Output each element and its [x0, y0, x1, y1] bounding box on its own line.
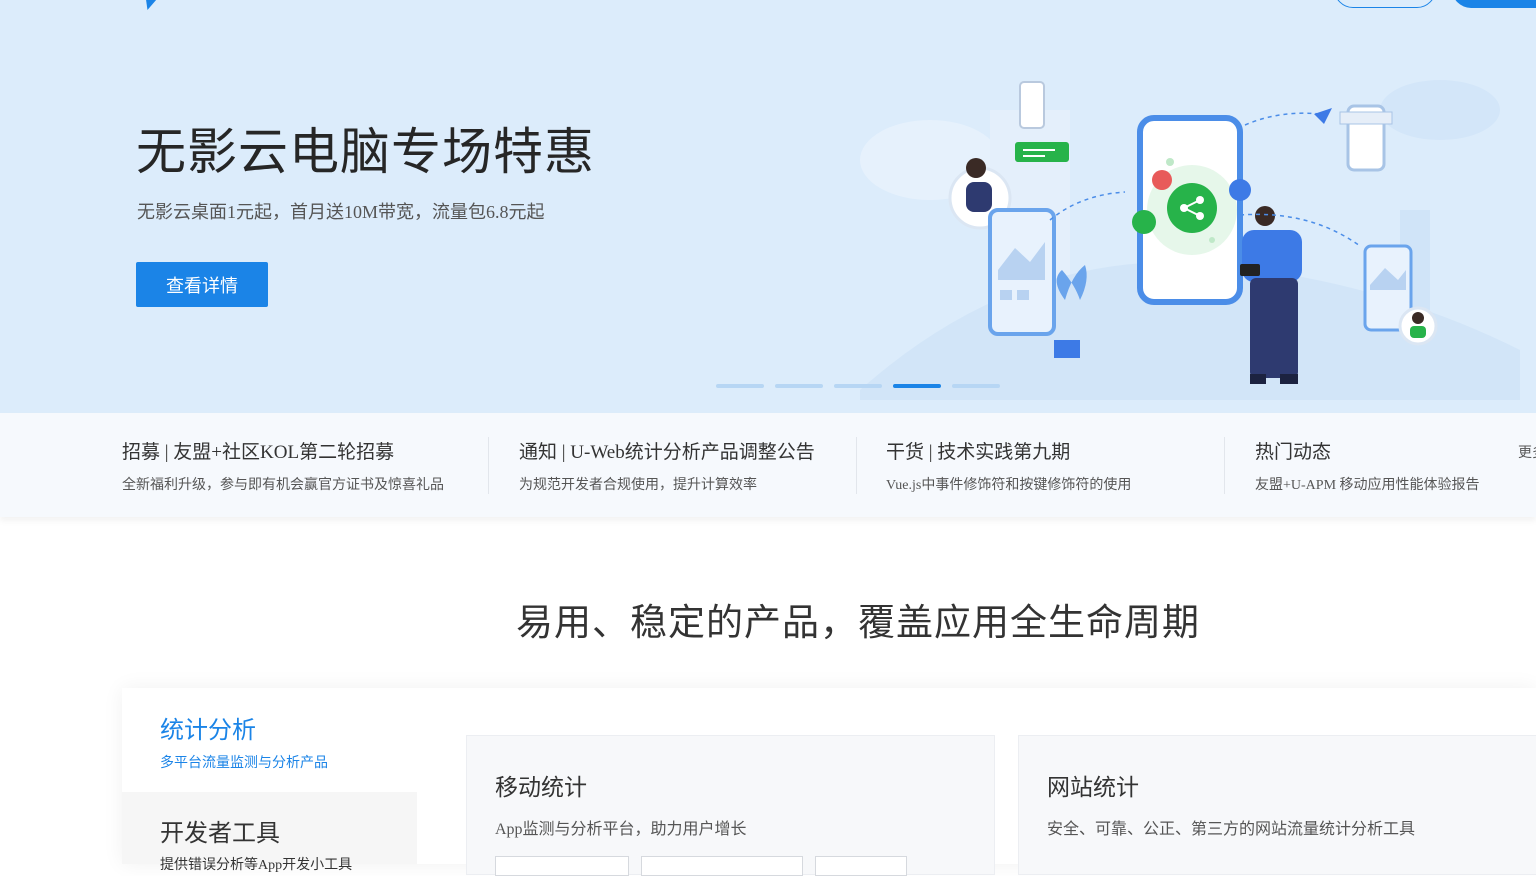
- carousel-dot-active[interactable]: [893, 384, 941, 388]
- divider: [1224, 437, 1225, 494]
- notice-bar: 招募 | 友盟+社区KOL第二轮招募 全新福利升级，参与即有机会赢官方证书及惊喜…: [0, 413, 1536, 517]
- category-desc: 多平台流量监测与分析产品: [160, 756, 328, 771]
- carousel-dot[interactable]: [775, 384, 823, 388]
- carousel-dot[interactable]: [952, 384, 1000, 388]
- divider: [856, 437, 857, 494]
- product-card-web-analytics[interactable]: [1018, 735, 1536, 875]
- carousel-indicators: [716, 384, 1000, 388]
- notice-title[interactable]: 招募 | 友盟+社区KOL第二轮招募: [122, 437, 394, 464]
- product-tag[interactable]: [815, 856, 907, 876]
- hero-illustration: [860, 80, 1520, 400]
- product-tag[interactable]: [495, 856, 629, 876]
- carousel-dot[interactable]: [716, 384, 764, 388]
- notice-desc: 为规范开发者合规使用，提升计算效率: [519, 478, 757, 493]
- logo[interactable]: [140, 0, 160, 10]
- more-link[interactable]: 更多: [1518, 442, 1536, 462]
- product-card-mobile-analytics[interactable]: [466, 735, 995, 875]
- notice-desc: 全新福利升级，参与即有机会赢官方证书及惊喜礼品: [122, 478, 444, 493]
- section-title: 易用、稳定的产品，覆盖应用全生命周期: [516, 603, 1200, 644]
- product-desc: 安全、可靠、公正、第三方的网站流量统计分析工具: [1047, 821, 1416, 838]
- notice-desc: Vue.js中事件修饰符和按键修饰符的使用: [886, 478, 1132, 493]
- product-title[interactable]: 网站统计: [1047, 768, 1139, 802]
- product-title[interactable]: 移动统计: [495, 768, 587, 802]
- notice-title[interactable]: 热门动态: [1255, 437, 1331, 464]
- hero-subtitle: 无影云桌面1元起，首月送10M带宽，流量包6.8元起: [137, 202, 545, 222]
- hero-title: 无影云电脑专场特惠: [136, 124, 595, 180]
- carousel-dot[interactable]: [834, 384, 882, 388]
- notice-title[interactable]: 干货 | 技术实践第九期: [886, 437, 1070, 464]
- notice-desc: 友盟+U-APM 移动应用性能体验报告: [1255, 478, 1480, 493]
- category-desc: 提供错误分析等App开发小工具: [160, 858, 353, 873]
- hero-banner: 无影云电脑专场特惠 无影云桌面1元起，首月送10M带宽，流量包6.8元起 查看详…: [0, 0, 1536, 413]
- category-title[interactable]: 统计分析: [160, 710, 256, 745]
- category-title[interactable]: 开发者工具: [160, 813, 280, 848]
- view-details-button[interactable]: 查看详情: [136, 262, 268, 307]
- login-button[interactable]: [1334, 0, 1436, 8]
- divider: [488, 437, 489, 494]
- product-tag[interactable]: [641, 856, 803, 876]
- register-button[interactable]: [1452, 0, 1536, 8]
- notice-title[interactable]: 通知 | U-Web统计分析产品调整公告: [519, 437, 815, 464]
- product-desc: App监测与分析平台，助力用户增长: [495, 821, 747, 838]
